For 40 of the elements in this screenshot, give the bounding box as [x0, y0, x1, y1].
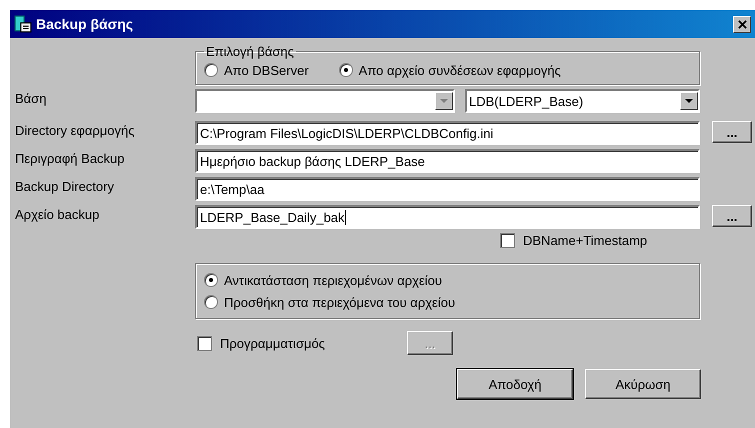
radio-option[interactable]: Προσθήκη στα περιεχόμενα του αρχείου: [204, 291, 689, 313]
dialog-button[interactable]: Ακύρωση: [585, 369, 701, 399]
field-label: Αρχείο backup: [15, 206, 100, 224]
radio-label: Αντικατάσταση περιεχομένων αρχείου: [224, 272, 442, 288]
browse-button[interactable]: ...: [712, 121, 752, 143]
radio-option[interactable]: Απο αρχείο συνδέσεων εφαρμογής: [338, 59, 561, 81]
radio-button[interactable]: [204, 295, 218, 309]
dropdown[interactable]: LDB(LDERP_Base): [465, 89, 700, 113]
input-field[interactable]: Ημερήσιο backup βάσης LDERP_Base: [195, 149, 700, 173]
checkbox-label: DBName+Timestamp: [523, 233, 648, 248]
checkbox[interactable]: [197, 336, 212, 350]
browse-button[interactable]: ...: [712, 205, 752, 227]
close-icon: [738, 20, 746, 28]
caret-icon: [440, 98, 448, 104]
dialog-button[interactable]: Αποδοχή: [457, 369, 573, 399]
checkbox[interactable]: [500, 233, 515, 248]
radio-button[interactable]: [204, 273, 218, 287]
caret-icon: [685, 98, 693, 104]
input-field[interactable]: C:\Program Files\LogicDIS\LDERP\CLDBConfig.ini: [195, 121, 700, 145]
field-label: Περιγραφή Backup: [15, 150, 126, 168]
group-title: Επιλογή βάσης: [205, 44, 295, 59]
radio-option[interactable]: Αντικατάσταση περιεχομένων αρχείου: [204, 269, 689, 291]
input-field[interactable]: LDERP_Base_Daily_bak: [195, 205, 700, 229]
radio-label: Προσθήκη στα περιεχόμενα του αρχείου: [224, 294, 456, 310]
radio-option[interactable]: Απο DBServer: [204, 59, 309, 81]
checkbox-option[interactable]: DBName+Timestamp: [500, 233, 648, 248]
close-button[interactable]: [733, 16, 751, 32]
field-label: Backup Directory: [15, 178, 115, 196]
radio-label: Απο DBServer: [224, 62, 309, 78]
database-icon: [14, 15, 32, 33]
dropdown-value: LDB(LDERP_Base): [469, 94, 584, 108]
radio-button[interactable]: [338, 63, 353, 77]
checkbox-option[interactable]: Προγραμματισμός: [197, 336, 407, 350]
radio-button[interactable]: [204, 63, 218, 77]
window-title: Backup βάσης: [36, 16, 134, 32]
field-label: Βάση: [15, 90, 48, 108]
radio-label: Απο αρχείο συνδέσεων εφαρμογής: [358, 62, 561, 78]
field-label: Directory εφαρμογής: [15, 122, 136, 140]
input-field[interactable]: e:\Temp\aa: [195, 177, 700, 201]
checkbox-label: Προγραμματισμός: [220, 336, 325, 350]
